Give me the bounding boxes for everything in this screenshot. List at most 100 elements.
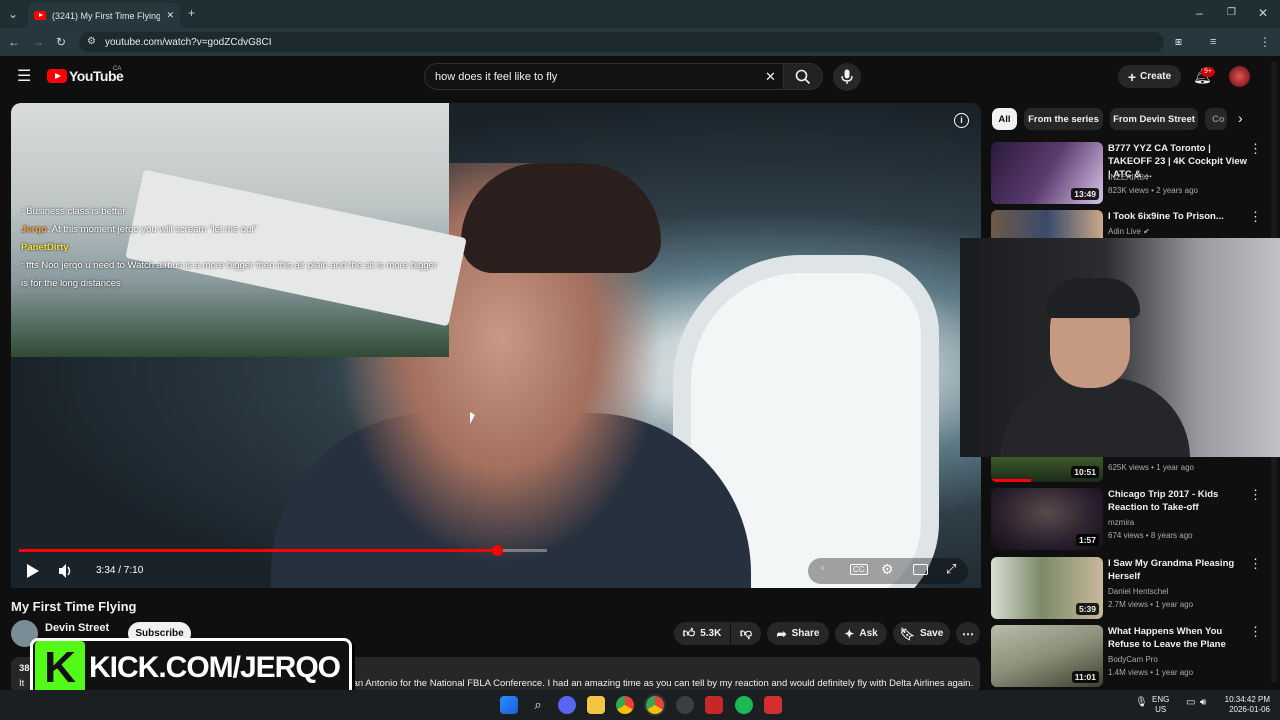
recommendation-item[interactable]: 13:49 B777 YYZ CA Toronto | TAKEOFF 23 |… [991,142,1271,204]
new-tab-icon[interactable]: + [188,6,195,20]
reload-icon[interactable]: ↻ [56,35,66,49]
progress-bar[interactable] [19,545,547,556]
autoplay-toggle-icon[interactable]: ⏸ [820,563,825,574]
volume-icon[interactable] [58,563,74,579]
microphone-tray-icon[interactable]: 🎙︎ [1135,697,1148,708]
spotify-icon[interactable] [735,696,753,714]
recommendation-channel[interactable]: Daniel Hentschel [1108,585,1168,598]
restore-icon[interactable]: ❐ [1227,6,1236,20]
discord-icon[interactable] [558,696,576,714]
search-input[interactable]: how does it feel like to fly ✕ [424,63,784,90]
minimize-icon[interactable]: – [1196,6,1203,20]
chip-all[interactable]: All [992,108,1017,130]
recommendation-item[interactable]: 11:01 What Happens When You Refuse to Le… [991,625,1271,687]
chip-from-the-series[interactable]: From the series [1024,108,1103,130]
info-icon[interactable]: i [954,113,969,128]
chat-message: : Business class is better [21,206,126,217]
taskbar-clock[interactable]: 10:34:42 PM 2026-01-06 [1220,695,1270,715]
channel-name[interactable]: Devin Street [45,622,109,634]
recommendation-channel[interactable]: mzmira [1108,516,1134,529]
webcam-person-cap [1045,278,1140,318]
more-options-icon[interactable]: ⋮ [1249,142,1262,155]
recommendation-item[interactable]: I Took 6ix9ine To Prison... Adin Live ✔ … [991,210,1271,238]
thumbs-down-icon: 👎︎ [739,626,753,640]
mouse-cursor-icon [470,412,475,424]
app-icon[interactable] [764,696,782,714]
close-window-icon[interactable]: ✕ [1258,6,1268,20]
recommendation-item[interactable]: 5:39 I Saw My Grandma Pleasing Herself D… [991,557,1271,619]
windows-start-icon[interactable] [500,696,518,714]
like-count: 5.3K [700,628,722,639]
fullscreen-icon[interactable]: ⤢ [946,561,956,577]
chat-message: Jerqo: At this moment jerqo you will scr… [21,224,258,235]
recommendation-channel[interactable]: BodyCam Pro [1108,653,1158,666]
chrome-icon[interactable] [616,696,634,714]
recommendation-channel[interactable]: INZEAIR84 [1108,171,1148,184]
reading-list-icon[interactable]: ≡ [1210,35,1216,49]
captions-icon[interactable]: CC [850,564,868,575]
chevron-right-icon[interactable]: › [1238,110,1243,126]
miniplayer-icon[interactable] [913,564,928,575]
youtube-favicon-icon [34,11,46,20]
clear-search-icon[interactable]: ✕ [765,69,776,85]
site-info-icon[interactable]: ⚙ [87,36,96,47]
video-duration: 13:49 [1071,188,1099,200]
dislike-button[interactable]: 👎︎ [731,622,761,645]
recommendation-thumbnail[interactable]: 1:57 [991,488,1103,550]
back-icon[interactable]: ← [8,35,20,49]
browser-menu-icon[interactable]: ⋮ [1259,35,1271,49]
chip-partial[interactable]: Co [1205,108,1227,130]
settings-gear-icon[interactable]: ⚙ [881,561,894,578]
player-controls: 3:34 / 7:10 ⏸ CC ⚙ ⤢ [11,558,981,588]
forward-icon[interactable]: → [32,35,44,49]
create-button[interactable]: + Create [1118,65,1181,88]
chrome-active-icon[interactable] [646,696,664,714]
stream-overlay-clip: : Business class is better Jerqo: At thi… [11,103,467,357]
video-player[interactable]: : Business class is better Jerqo: At thi… [11,103,981,588]
sparkle-icon: ✦ [844,626,855,641]
recommendation-title[interactable]: Chicago Trip 2017 - Kids Reaction to Tak… [1108,488,1248,514]
network-icon[interactable]: ▭ [1186,697,1195,708]
chip-from-devin-street[interactable]: From Devin Street [1110,108,1198,130]
recommendation-thumbnail[interactable]: 5:39 [991,557,1103,619]
recommendation-meta: 625K views • 1 year ago [1108,463,1194,472]
language-indicator[interactable]: ENG US [1152,695,1169,715]
obs-icon[interactable] [676,696,694,714]
player-right-controls: ⏸ CC ⚙ ⤢ [808,558,968,584]
recommendation-title[interactable]: I Saw My Grandma Pleasing Herself [1108,557,1248,583]
tab-search-icon[interactable]: ⌄ [8,7,18,21]
speaker-icon[interactable]: 🔊︎ [1200,697,1206,708]
recommendation-thumbnail[interactable]: 13:49 [991,142,1103,204]
recommendation-thumbnail[interactable] [991,210,1103,238]
recommendation-channel[interactable]: Adin Live ✔ [1108,225,1150,238]
extensions-icon[interactable]: ⧆ [1175,35,1182,49]
more-options-icon[interactable]: ⋮ [1249,557,1262,570]
more-options-icon[interactable]: ⋮ [1249,625,1262,638]
play-icon[interactable] [26,563,40,579]
more-options-icon[interactable]: ⋮ [1249,210,1262,223]
file-explorer-icon[interactable] [587,696,605,714]
progress-scrubber[interactable] [492,545,503,556]
ask-button[interactable]: ✦ Ask [835,622,887,645]
search-button[interactable] [783,63,823,90]
share-button[interactable]: ➦ Share [767,622,829,645]
recommendation-thumbnail[interactable]: 11:01 [991,625,1103,687]
more-actions-button[interactable]: ⋯ [956,622,980,645]
taskbar-search-icon[interactable]: ⌕ [529,696,547,714]
browser-tab[interactable]: (3241) My First Time Flying - Yo ✕ [28,3,180,28]
recommendation-item[interactable]: 1:57 Chicago Trip 2017 - Kids Reaction t… [991,488,1271,550]
like-button[interactable]: 👍︎ 5.3K [674,622,730,645]
app-red-icon[interactable] [705,696,723,714]
more-options-icon[interactable]: ⋮ [1249,488,1262,501]
save-button[interactable]: 🔖︎ Save [893,622,950,645]
close-tab-icon[interactable]: ✕ [166,10,174,21]
recommendation-title[interactable]: What Happens When You Refuse to Leave th… [1108,625,1248,651]
recommendation-title[interactable]: I Took 6ix9ine To Prison... [1108,210,1248,223]
video-person-hair [461,163,661,273]
voice-search-button[interactable] [833,63,861,91]
youtube-logo-icon[interactable] [47,69,67,83]
hamburger-menu-icon[interactable]: ☰ [17,69,31,85]
account-avatar[interactable] [1229,66,1250,87]
address-bar[interactable]: ⚙ youtube.com/watch?v=godZCdvG8CI [79,32,1164,52]
save-label: Save [919,628,944,639]
